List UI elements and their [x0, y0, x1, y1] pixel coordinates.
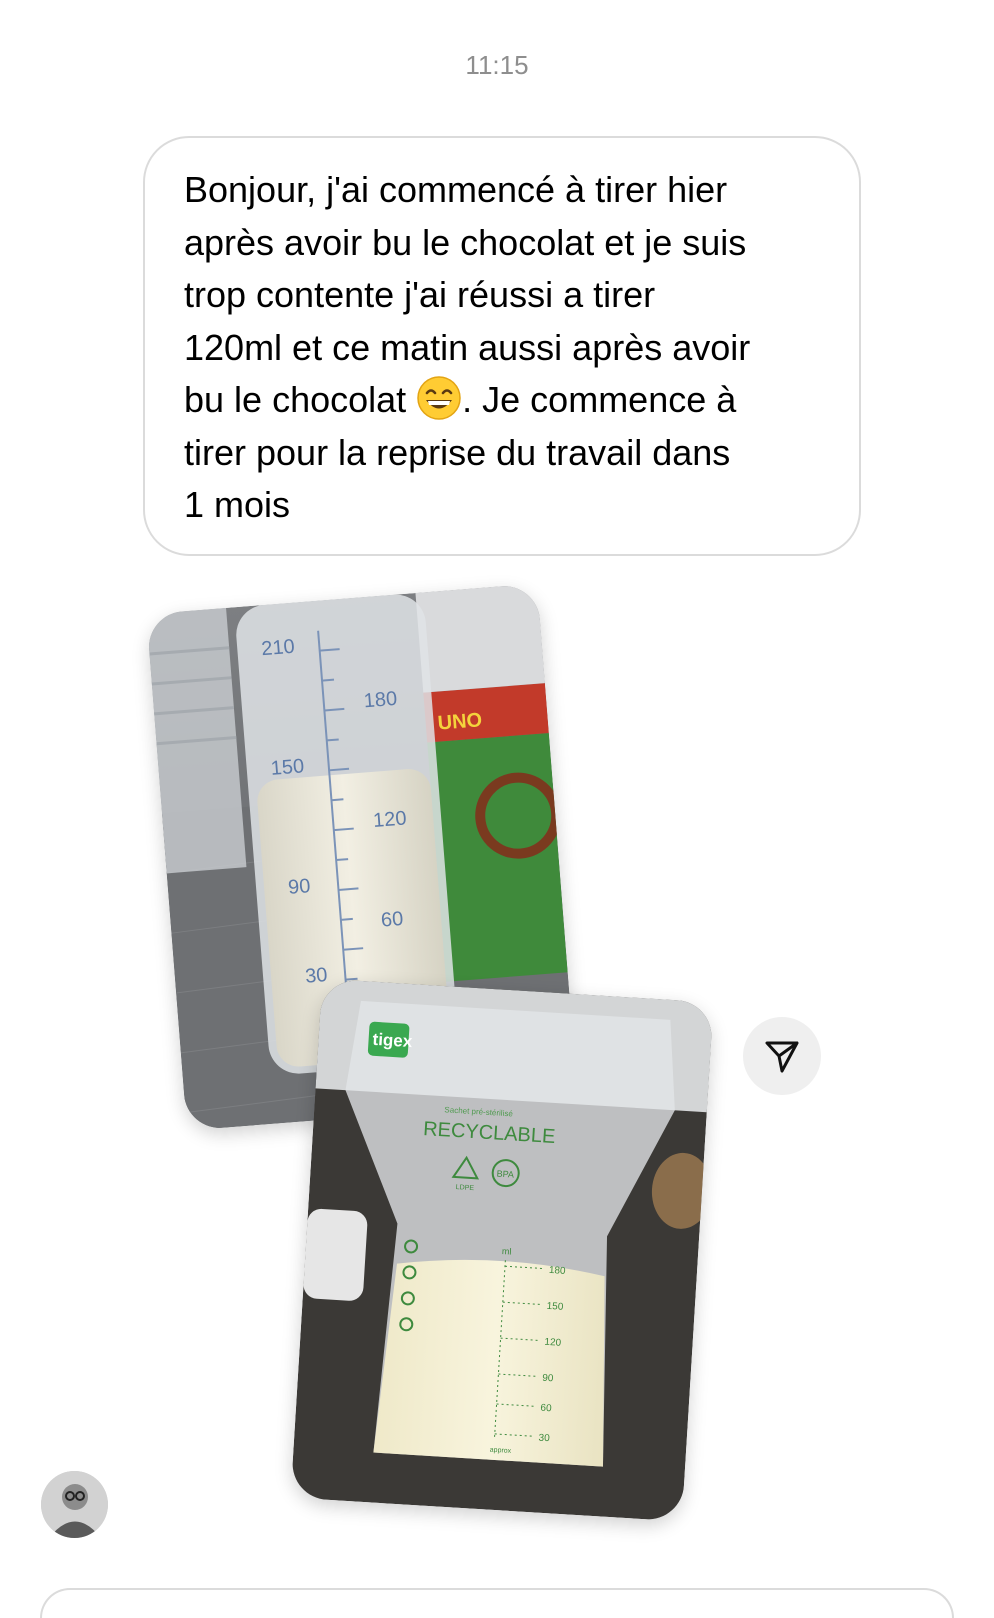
message-input-bar[interactable] [40, 1588, 954, 1618]
message-timestamp: 11:15 [465, 50, 529, 80]
grinning-emoji-icon [417, 376, 461, 420]
bottle-scale-150: 150 [270, 755, 305, 780]
user-avatar-icon [41, 1471, 108, 1538]
bag-bpa-text: BPA [496, 1169, 514, 1180]
bottle-scale-60: 60 [380, 908, 404, 932]
bag-scale-150: 150 [546, 1301, 564, 1313]
bottle-scale-210: 210 [261, 636, 296, 661]
photo-milk-bag[interactable]: tigex Sachet pré-stérilisé RECYCLABLE LD… [290, 978, 714, 1522]
bottle-scale-120: 120 [372, 807, 407, 832]
bag-scale-90: 90 [542, 1373, 554, 1385]
bottle-scale-30: 30 [304, 964, 328, 988]
message-bubble[interactable]: Bonjour, j'ai commencé à tirer hier aprè… [143, 136, 861, 556]
bottle-scale-180: 180 [363, 688, 398, 713]
bag-scale-120: 120 [544, 1337, 562, 1349]
bag-scale-180: 180 [549, 1265, 567, 1277]
uno-box-text: UNO [437, 709, 483, 734]
sender-avatar[interactable] [41, 1471, 108, 1538]
bag-unit-text: ml [502, 1246, 512, 1257]
send-paper-plane-icon [765, 1041, 799, 1073]
bag-scale-60: 60 [540, 1403, 552, 1415]
bag-scale-30: 30 [538, 1433, 550, 1445]
bag-brand-text: tigex [372, 1030, 413, 1051]
share-button[interactable] [743, 1017, 821, 1095]
bag-footer-text: approx [490, 1447, 512, 1455]
bag-recycle-text: LDPE [456, 1184, 475, 1192]
bottle-scale-90: 90 [287, 875, 311, 899]
